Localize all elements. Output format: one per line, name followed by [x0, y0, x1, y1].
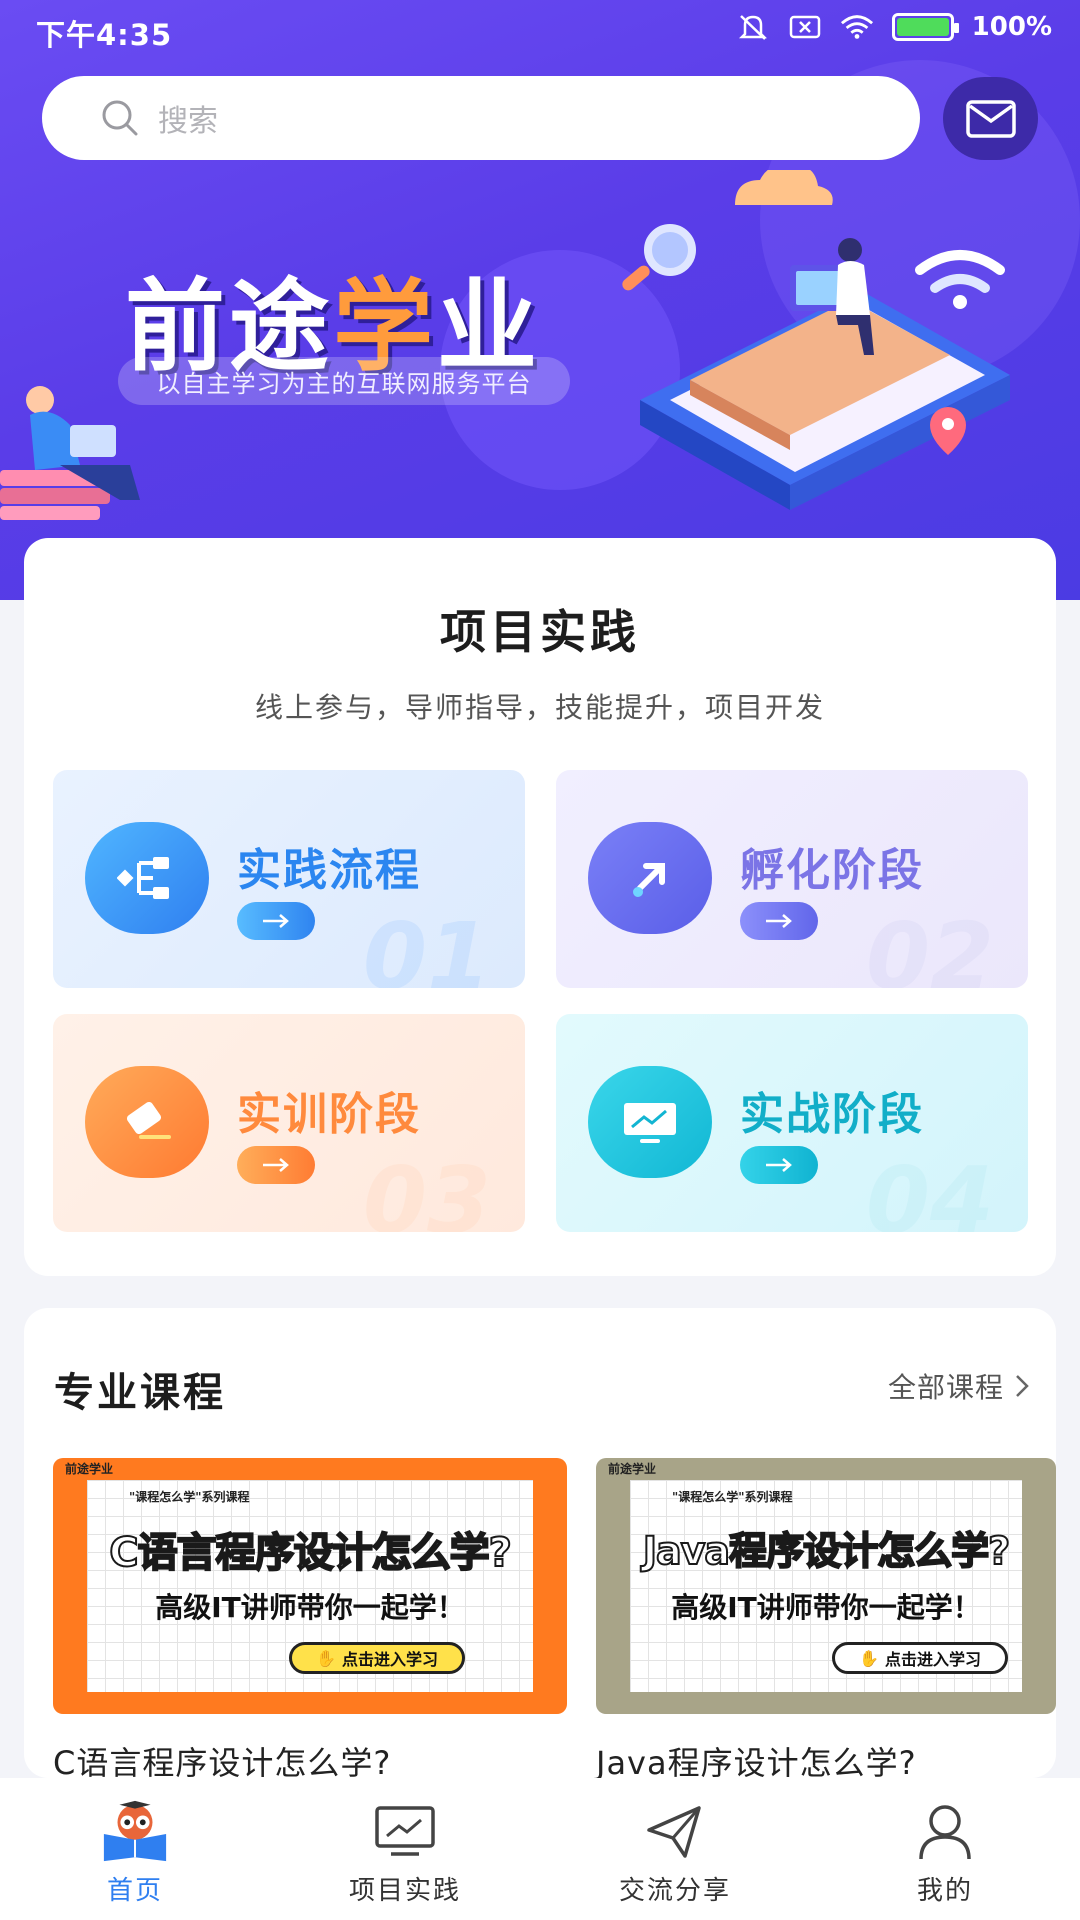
eraser-icon [85, 1066, 209, 1178]
tile-label: 实践流程 [237, 845, 421, 896]
rocket-arrow-icon [588, 822, 712, 934]
tile-number: 02 [865, 903, 994, 988]
thumb-brand: 前途学业 [608, 1462, 657, 1476]
course-thumbnail: 前途学业 "课程怎么学"系列课程 Java程序设计怎么学? 高级IT讲师带你一起… [596, 1458, 1056, 1714]
tile-combat-stage[interactable]: 实战阶段 04 [556, 1014, 1028, 1232]
search-bar[interactable]: 搜索 [42, 76, 920, 160]
tile-number: 01 [362, 903, 491, 988]
course-thumbnail: 前途学业 "课程怎么学"系列课程 C语言程序设计怎么学? 高级IT讲师带你一起学… [53, 1458, 567, 1714]
owl-book-icon [100, 1800, 170, 1864]
chevron-right-icon [1016, 1375, 1029, 1397]
nav-item-project-practice[interactable]: 项目实践 [270, 1778, 540, 1920]
paper-plane-icon [640, 1800, 710, 1864]
hand-icon: ✋ [859, 1648, 879, 1668]
monitor-chart-icon [588, 1066, 712, 1178]
all-courses-label: 全部课程 [887, 1371, 1004, 1404]
section-subtitle: 线上参与，导师指导，技能提升，项目开发 [254, 691, 825, 724]
thumb-series: "课程怎么学"系列课程 [129, 1490, 250, 1504]
hand-icon: ✋ [316, 1648, 336, 1668]
battery-percent: 100% [971, 12, 1052, 42]
tile-training-stage[interactable]: 实训阶段 03 [53, 1014, 525, 1232]
thumb-cta: ✋ 点击进入学习 [289, 1642, 465, 1674]
tile-label: 实训阶段 [237, 1089, 421, 1140]
tile-label: 孵化阶段 [740, 845, 924, 896]
mute-icon [736, 12, 770, 42]
section-title: 项目实践 [440, 605, 640, 659]
thumb-brand: 前途学业 [65, 1462, 114, 1476]
nav-item-home[interactable]: 首页 [0, 1778, 270, 1920]
tile-practice-flow[interactable]: 实践流程 01 [53, 770, 525, 988]
status-bar: 下午4:35 100% [0, 0, 1080, 62]
thumb-subtitle: 高级IT讲师带你一起学！ [671, 1591, 981, 1624]
thumb-title: Java程序设计怎么学? [642, 1528, 1011, 1574]
all-courses-link[interactable]: 全部课程 [888, 1366, 1030, 1406]
wifi-icon [840, 12, 874, 42]
search-placeholder: 搜索 [158, 104, 218, 139]
course-item[interactable]: 前途学业 "课程怎么学"系列课程 C语言程序设计怎么学? 高级IT讲师带你一起学… [53, 1458, 567, 1784]
user-icon [910, 1800, 980, 1864]
project-practice-card: 项目实践 线上参与，导师指导，技能提升，项目开发 实践流程 01 孵化阶段 02… [24, 538, 1056, 1276]
nav-label: 交流分享 [618, 1876, 731, 1906]
thumb-cta: ✋ 点击进入学习 [832, 1642, 1008, 1674]
section-title: 专业课程 [54, 1370, 226, 1416]
tile-number: 04 [865, 1147, 994, 1232]
thumb-series: "课程怎么学"系列课程 [672, 1490, 793, 1504]
nav-item-mine[interactable]: 我的 [810, 1778, 1080, 1920]
flow-icon [85, 822, 209, 934]
brand-slogan: 以自主学习为主的互联网服务平台 [118, 357, 570, 405]
courses-card: 专业课程 全部课程 前途学业 "课程怎么学"系列课程 C语言程序设计怎么学? 高… [24, 1308, 1056, 1782]
no-sim-icon [788, 12, 822, 42]
mail-icon [965, 99, 1016, 138]
search-icon [102, 100, 138, 136]
arrow-right-icon[interactable] [740, 902, 818, 940]
battery-icon [891, 13, 959, 41]
status-time: 下午4:35 [36, 18, 173, 52]
arrow-right-icon[interactable] [740, 1146, 818, 1184]
thumb-subtitle: 高级IT讲师带你一起学！ [155, 1591, 465, 1624]
bottom-nav: 首页 项目实践 交流分享 我的 [0, 1778, 1080, 1920]
tile-incubation-stage[interactable]: 孵化阶段 02 [556, 770, 1028, 988]
course-item[interactable]: 前途学业 "课程怎么学"系列课程 Java程序设计怎么学? 高级IT讲师带你一起… [596, 1458, 1056, 1784]
nav-label: 项目实践 [348, 1876, 461, 1906]
tile-number: 03 [362, 1147, 491, 1232]
thumb-title: C语言程序设计怎么学? [108, 1529, 513, 1577]
nav-label: 我的 [916, 1876, 973, 1906]
thumb-cta-label: 点击进入学习 [341, 1650, 438, 1669]
nav-item-share[interactable]: 交流分享 [540, 1778, 810, 1920]
nav-label: 首页 [106, 1876, 163, 1906]
arrow-right-icon[interactable] [237, 1146, 315, 1184]
message-button[interactable] [943, 77, 1038, 160]
monitor-icon [370, 1800, 440, 1864]
arrow-right-icon[interactable] [237, 902, 315, 940]
tile-label: 实战阶段 [740, 1089, 924, 1140]
thumb-cta-label: 点击进入学习 [884, 1650, 981, 1669]
